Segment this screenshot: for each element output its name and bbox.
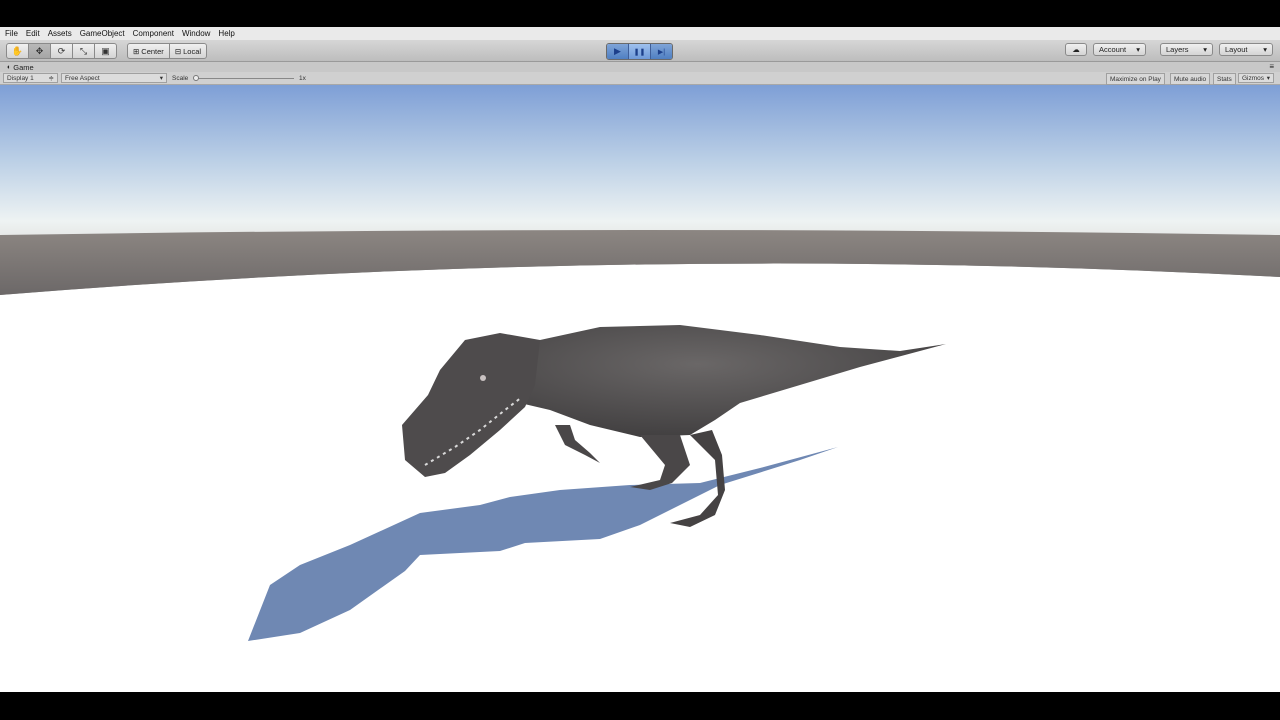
step-button[interactable]: ▶|: [651, 44, 672, 59]
scale-slider-handle[interactable]: [193, 75, 199, 81]
menu-gameobject[interactable]: GameObject: [76, 29, 129, 38]
game-view-toolbar: Display 1 ≑ Free Aspect ▾ Scale 1x Maximiz…: [0, 72, 1280, 85]
dropdown-arrow-icon: ▾: [1266, 75, 1270, 82]
game-controller-icon: ◐: [7, 63, 12, 71]
letterbox-top: [0, 0, 1280, 27]
hand-tool-button[interactable]: ✋: [7, 44, 29, 58]
gizmos-dropdown[interactable]: Gizmos ▾: [1238, 73, 1274, 83]
hand-icon: ✋: [11, 45, 24, 56]
game-viewport[interactable]: [0, 85, 1280, 692]
transform-tools: ✋ ✥ ⟳ ⤡ ▣: [6, 43, 117, 59]
dropdown-arrow-icon: ▾: [1203, 45, 1207, 54]
pivot-local-button[interactable]: ⊟ Local: [170, 44, 206, 58]
pivot-icon: ⊞: [133, 46, 140, 56]
game-tab: ◐ Game ≡: [0, 62, 1280, 72]
rotate-icon: ⟳: [57, 45, 66, 56]
move-tool-button[interactable]: ✥: [29, 44, 51, 58]
cloud-icon: ☁: [1072, 45, 1080, 54]
pause-button[interactable]: ❚❚: [629, 44, 651, 59]
sky: [0, 85, 1280, 255]
game-tab-label: Game: [13, 62, 34, 72]
dropdown-arrow-icon: ▾: [1136, 45, 1140, 54]
display-label: Display 1: [7, 74, 34, 82]
menu-assets[interactable]: Assets: [44, 29, 76, 38]
main-toolbar: ✋ ✥ ⟳ ⤡ ▣ ⊞ Center ⊟ Local ▶ ❚❚ ▶| ☁ Accou…: [0, 40, 1280, 62]
dinosaur-eye: [480, 375, 486, 381]
game-tab-title[interactable]: ◐ Game: [7, 62, 34, 72]
layout-label: Layout: [1225, 45, 1248, 54]
cloud-button[interactable]: ☁: [1065, 43, 1087, 56]
dropdown-arrow-icon: ▾: [159, 75, 163, 82]
dropdown-arrow-icon: ▾: [1263, 45, 1267, 54]
mute-audio-toggle[interactable]: Mute audio: [1170, 73, 1211, 85]
dropdown-arrow-icon: ≑: [48, 75, 54, 82]
rotate-tool-button[interactable]: ⟳: [51, 44, 73, 58]
scene-render: [0, 85, 1280, 692]
gizmos-label: Gizmos: [1242, 74, 1265, 82]
aspect-label: Free Aspect: [65, 74, 100, 82]
local-icon: ⊟: [174, 46, 182, 56]
letterbox-bottom: [0, 692, 1280, 720]
aspect-dropdown[interactable]: Free Aspect ▾: [61, 73, 167, 83]
layers-dropdown[interactable]: Layers ▾: [1160, 43, 1213, 56]
scale-slider-track[interactable]: [196, 78, 294, 79]
menu-window[interactable]: Window: [178, 29, 214, 38]
maximize-on-play-toggle[interactable]: Maximize on Play: [1106, 73, 1165, 85]
menu-edit[interactable]: Edit: [22, 29, 44, 38]
scale-label: Scale: [172, 74, 189, 82]
menu-component[interactable]: Component: [129, 29, 178, 38]
pivot-toggles: ⊞ Center ⊟ Local: [127, 43, 208, 59]
scale-value: 1x: [299, 74, 306, 82]
account-dropdown[interactable]: Account ▾: [1093, 43, 1146, 56]
account-label: Account: [1099, 45, 1127, 54]
play-button[interactable]: ▶: [607, 44, 629, 59]
layers-label: Layers: [1166, 45, 1189, 54]
step-icon: ▶|: [657, 48, 666, 56]
pivot-center-button[interactable]: ⊞ Center: [128, 44, 170, 58]
scale-icon: ⤡: [79, 45, 88, 56]
move-icon: ✥: [35, 45, 44, 56]
pause-icon: ❚❚: [633, 48, 646, 56]
pivot-label: Center: [141, 46, 164, 56]
menu-bar: File Edit Assets GameObject Component Wi…: [0, 27, 1280, 40]
menu-file[interactable]: File: [0, 29, 22, 38]
scale-tool-button[interactable]: ⤡: [73, 44, 95, 58]
tab-menu-icon[interactable]: ≡: [1269, 62, 1274, 71]
space-label: Local: [183, 46, 202, 56]
rect-icon: ▣: [101, 45, 110, 56]
layout-dropdown[interactable]: Layout ▾: [1219, 43, 1273, 56]
rect-tool-button[interactable]: ▣: [95, 44, 116, 58]
play-icon: ▶: [614, 46, 621, 56]
display-dropdown[interactable]: Display 1 ≑: [3, 73, 58, 83]
menu-help[interactable]: Help: [214, 29, 238, 38]
stats-toggle[interactable]: Stats: [1213, 73, 1236, 85]
play-controls: ▶ ❚❚ ▶|: [606, 43, 673, 60]
